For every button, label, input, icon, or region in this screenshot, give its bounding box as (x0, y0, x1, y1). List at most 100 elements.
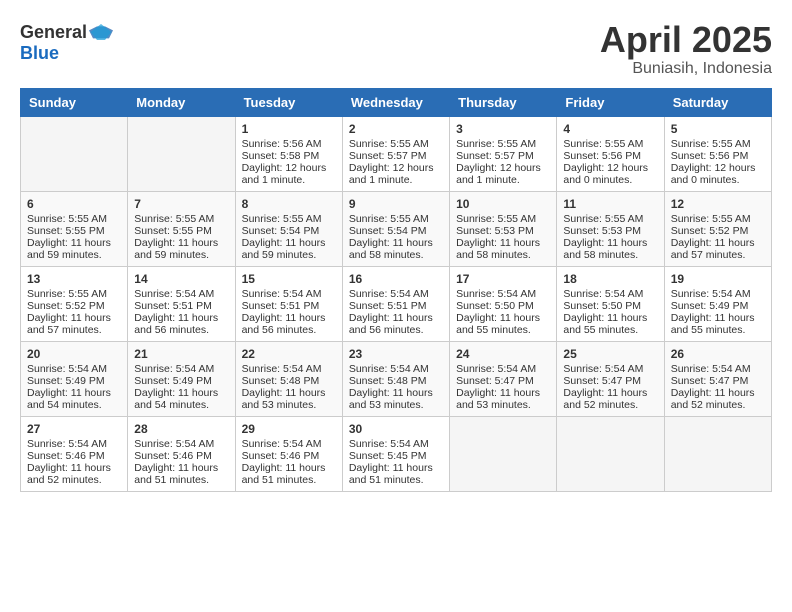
calendar-cell: 25Sunrise: 5:54 AMSunset: 5:47 PMDayligh… (557, 341, 664, 416)
day-number: 30 (349, 422, 443, 436)
day-number: 14 (134, 272, 228, 286)
daylight-text: Daylight: 11 hours and 59 minutes. (242, 237, 336, 261)
calendar-cell: 27Sunrise: 5:54 AMSunset: 5:46 PMDayligh… (21, 416, 128, 491)
daylight-text: Daylight: 11 hours and 56 minutes. (134, 312, 228, 336)
sunset-text: Sunset: 5:51 PM (134, 300, 228, 312)
sunset-text: Sunset: 5:56 PM (563, 150, 657, 162)
day-number: 21 (134, 347, 228, 361)
logo-blue: Blue (20, 43, 59, 63)
calendar-cell: 11Sunrise: 5:55 AMSunset: 5:53 PMDayligh… (557, 191, 664, 266)
day-number: 18 (563, 272, 657, 286)
column-header-monday: Monday (128, 88, 235, 116)
daylight-text: Daylight: 11 hours and 53 minutes. (242, 387, 336, 411)
month-title: April 2025 (600, 20, 772, 60)
calendar-cell: 29Sunrise: 5:54 AMSunset: 5:46 PMDayligh… (235, 416, 342, 491)
daylight-text: Daylight: 11 hours and 52 minutes. (27, 462, 121, 486)
sunset-text: Sunset: 5:46 PM (242, 450, 336, 462)
sunset-text: Sunset: 5:48 PM (242, 375, 336, 387)
sunset-text: Sunset: 5:46 PM (27, 450, 121, 462)
daylight-text: Daylight: 12 hours and 1 minute. (456, 162, 550, 186)
calendar-cell: 4Sunrise: 5:55 AMSunset: 5:56 PMDaylight… (557, 116, 664, 191)
sunrise-text: Sunrise: 5:55 AM (563, 138, 657, 150)
sunset-text: Sunset: 5:49 PM (134, 375, 228, 387)
logo: General Blue (20, 20, 113, 64)
sunrise-text: Sunrise: 5:54 AM (27, 363, 121, 375)
daylight-text: Daylight: 11 hours and 53 minutes. (456, 387, 550, 411)
calendar-cell: 6Sunrise: 5:55 AMSunset: 5:55 PMDaylight… (21, 191, 128, 266)
calendar-week-2: 6Sunrise: 5:55 AMSunset: 5:55 PMDaylight… (21, 191, 772, 266)
sunrise-text: Sunrise: 5:55 AM (671, 138, 765, 150)
calendar-week-4: 20Sunrise: 5:54 AMSunset: 5:49 PMDayligh… (21, 341, 772, 416)
sunrise-text: Sunrise: 5:54 AM (134, 363, 228, 375)
sunset-text: Sunset: 5:50 PM (563, 300, 657, 312)
sunrise-text: Sunrise: 5:54 AM (242, 288, 336, 300)
sunset-text: Sunset: 5:49 PM (27, 375, 121, 387)
sunset-text: Sunset: 5:52 PM (27, 300, 121, 312)
day-number: 16 (349, 272, 443, 286)
column-header-friday: Friday (557, 88, 664, 116)
day-number: 10 (456, 197, 550, 211)
calendar-cell: 30Sunrise: 5:54 AMSunset: 5:45 PMDayligh… (342, 416, 449, 491)
calendar-cell: 10Sunrise: 5:55 AMSunset: 5:53 PMDayligh… (450, 191, 557, 266)
sunrise-text: Sunrise: 5:55 AM (456, 138, 550, 150)
day-number: 17 (456, 272, 550, 286)
daylight-text: Daylight: 11 hours and 56 minutes. (349, 312, 443, 336)
page-header: General Blue April 2025 Buniasih, Indone… (20, 20, 772, 78)
sunset-text: Sunset: 5:51 PM (242, 300, 336, 312)
sunset-text: Sunset: 5:53 PM (456, 225, 550, 237)
sunset-text: Sunset: 5:48 PM (349, 375, 443, 387)
calendar-cell: 9Sunrise: 5:55 AMSunset: 5:54 PMDaylight… (342, 191, 449, 266)
calendar-cell: 20Sunrise: 5:54 AMSunset: 5:49 PMDayligh… (21, 341, 128, 416)
daylight-text: Daylight: 11 hours and 59 minutes. (27, 237, 121, 261)
daylight-text: Daylight: 11 hours and 58 minutes. (349, 237, 443, 261)
calendar-week-1: 1 Sunrise: 5:56 AMSunset: 5:58 PM Daylight… (21, 116, 772, 191)
daylight-text: Daylight: 11 hours and 54 minutes. (27, 387, 121, 411)
day-number: 1 (242, 122, 336, 136)
calendar-cell: 14Sunrise: 5:54 AMSunset: 5:51 PMDayligh… (128, 266, 235, 341)
daylight-text: Daylight: 11 hours and 51 minutes. (349, 462, 443, 486)
daylight-text: Daylight: 11 hours and 57 minutes. (671, 237, 765, 261)
calendar-cell (21, 116, 128, 191)
title-area: April 2025 Buniasih, Indonesia (600, 20, 772, 78)
calendar-cell: 26Sunrise: 5:54 AMSunset: 5:47 PMDayligh… (664, 341, 771, 416)
sunset-text: Sunset: 5:46 PM (134, 450, 228, 462)
sunset-text: Sunset: 5:52 PM (671, 225, 765, 237)
calendar-cell: 18Sunrise: 5:54 AMSunset: 5:50 PMDayligh… (557, 266, 664, 341)
daylight-text: Daylight: 11 hours and 51 minutes. (134, 462, 228, 486)
sunset-text: Sunset: 5:47 PM (671, 375, 765, 387)
calendar-cell: 17Sunrise: 5:54 AMSunset: 5:50 PMDayligh… (450, 266, 557, 341)
sunset-text: Sunset: 5:58 PM (242, 150, 336, 162)
sunrise-text: Sunrise: 5:54 AM (456, 363, 550, 375)
logo-general: General (20, 23, 87, 41)
calendar-cell: 13Sunrise: 5:55 AMSunset: 5:52 PMDayligh… (21, 266, 128, 341)
daylight-text: Daylight: 11 hours and 57 minutes. (27, 312, 121, 336)
sunrise-text: Sunrise: 5:54 AM (242, 438, 336, 450)
sunrise-text: Sunrise: 5:54 AM (349, 438, 443, 450)
day-number: 26 (671, 347, 765, 361)
sunset-text: Sunset: 5:49 PM (671, 300, 765, 312)
calendar-header-row: SundayMondayTuesdayWednesdayThursdayFrid… (21, 88, 772, 116)
sunrise-text: Sunrise: 5:55 AM (134, 213, 228, 225)
calendar-cell: 12Sunrise: 5:55 AMSunset: 5:52 PMDayligh… (664, 191, 771, 266)
calendar-cell: 23Sunrise: 5:54 AMSunset: 5:48 PMDayligh… (342, 341, 449, 416)
sunset-text: Sunset: 5:53 PM (563, 225, 657, 237)
daylight-text: Daylight: 11 hours and 51 minutes. (242, 462, 336, 486)
sunset-text: Sunset: 5:57 PM (349, 150, 443, 162)
day-number: 15 (242, 272, 336, 286)
sunrise-text: Sunrise: 5:56 AM (242, 138, 336, 150)
day-number: 5 (671, 122, 765, 136)
sunset-text: Sunset: 5:56 PM (671, 150, 765, 162)
calendar-cell: 1Sunrise: 5:56 AMSunset: 5:58 PMDaylight… (235, 116, 342, 191)
day-number: 24 (456, 347, 550, 361)
calendar-cell (450, 416, 557, 491)
calendar-cell: 3Sunrise: 5:55 AMSunset: 5:57 PMDaylight… (450, 116, 557, 191)
daylight-text: Daylight: 11 hours and 53 minutes. (349, 387, 443, 411)
calendar-week-5: 27Sunrise: 5:54 AMSunset: 5:46 PMDayligh… (21, 416, 772, 491)
column-header-tuesday: Tuesday (235, 88, 342, 116)
sunset-text: Sunset: 5:55 PM (134, 225, 228, 237)
sunset-text: Sunset: 5:47 PM (456, 375, 550, 387)
calendar-week-3: 13Sunrise: 5:55 AMSunset: 5:52 PMDayligh… (21, 266, 772, 341)
sunset-text: Sunset: 5:50 PM (456, 300, 550, 312)
calendar-cell: 24 Sunrise: 5:54 AMSunset: 5:47 PMDayligh… (450, 341, 557, 416)
sunrise-text: Sunrise: 5:54 AM (671, 363, 765, 375)
